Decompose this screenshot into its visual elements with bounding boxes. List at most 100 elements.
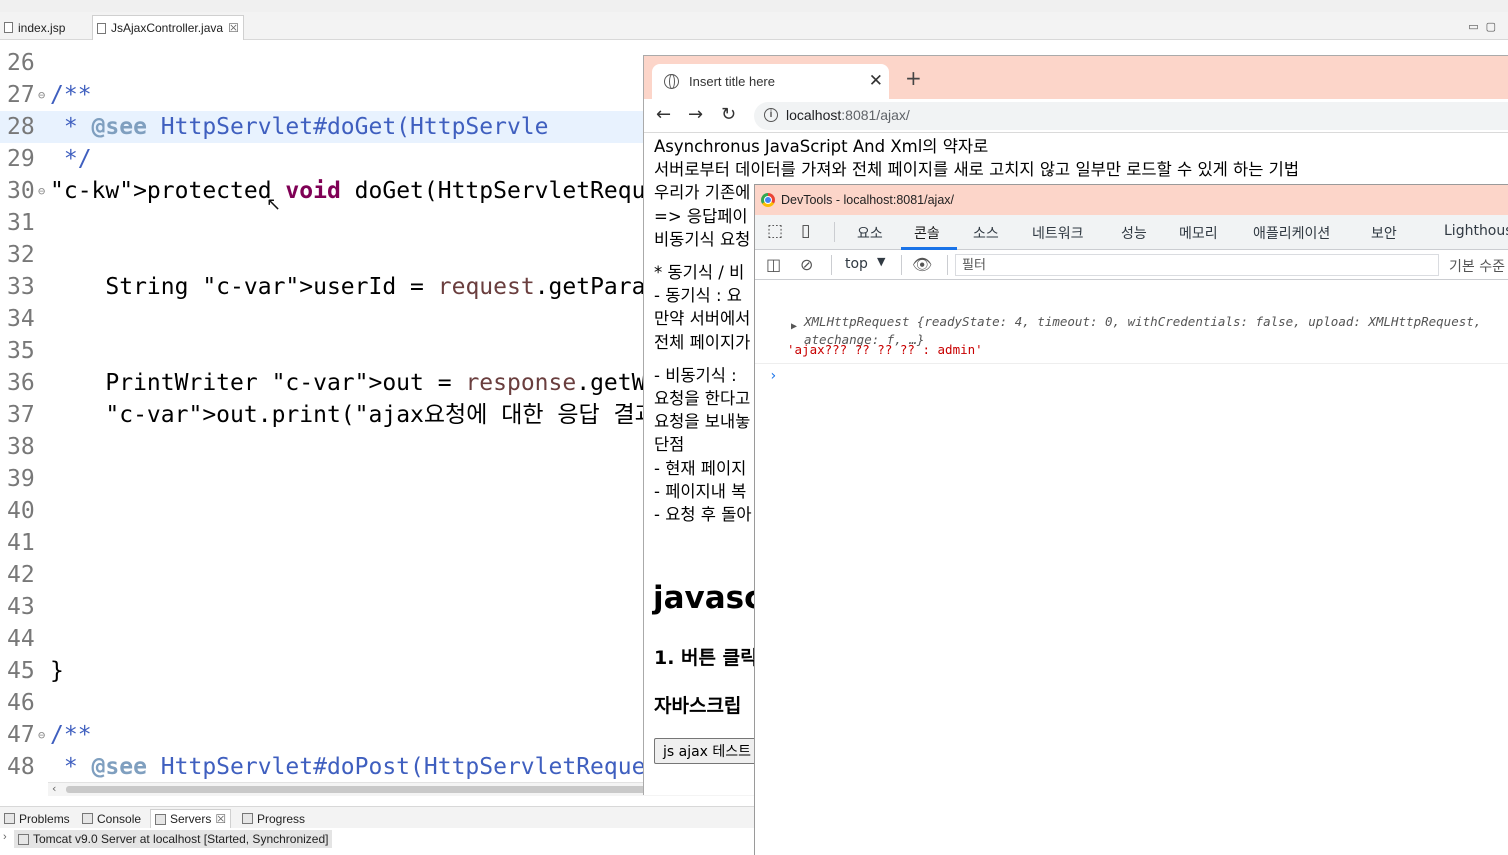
tab-problems[interactable]: Problems: [0, 809, 74, 828]
page-text-line: 만약 서버에서: [654, 309, 751, 329]
minimize-maximize-icons[interactable]: ▭ ▢: [1468, 20, 1496, 33]
tab-label: Problems: [19, 811, 70, 826]
page-text-line: 요청을 한다고: [654, 389, 751, 408]
console-toolbar: ◫ ⊘ top ▼ 👁 기본 수준: [755, 250, 1508, 280]
line-number: 35: [7, 338, 35, 364]
separator: [834, 222, 835, 242]
page-text-line: 비동기식 요청: [654, 229, 751, 249]
java-file-icon: [97, 22, 106, 34]
servers-icon: [155, 813, 166, 825]
console-prompt-icon[interactable]: ›: [769, 368, 777, 384]
devtools-tab-performance[interactable]: 성능: [1121, 223, 1147, 243]
page-text-line: 단점: [654, 435, 685, 455]
back-arrow-icon[interactable]: ←: [656, 104, 671, 125]
device-toolbar-icon[interactable]: ▯: [801, 221, 810, 241]
scroll-left-icon[interactable]: ‹: [52, 782, 56, 795]
devtools-tab-network[interactable]: 네트워크: [1032, 223, 1084, 243]
reload-icon[interactable]: ↻: [721, 104, 736, 125]
editor-tab-bar: index.jsp JsAjaxController.java ☒ ▭ ▢: [0, 12, 1508, 40]
server-status-label: Tomcat v9.0 Server at localhost [Started…: [33, 832, 329, 846]
new-tab-button[interactable]: +: [905, 68, 922, 88]
tab-index-jsp[interactable]: index.jsp: [0, 15, 69, 40]
browser-toolbar: ← → ↻ i localhost:8081/ajax/: [644, 99, 1508, 133]
forward-arrow-icon[interactable]: →: [688, 104, 703, 125]
console-log-string[interactable]: 'ajax??? ?? ?? ?? : admin': [787, 342, 983, 357]
log-levels-dropdown[interactable]: 기본 수준: [1449, 256, 1505, 276]
close-icon[interactable]: ☒: [228, 21, 239, 35]
code-text: PrintWriter "c-var">out = response.getWr: [50, 370, 660, 396]
expand-icon[interactable]: ›: [3, 831, 7, 843]
browser-tab-strip: Insert title here ✕ +: [644, 56, 1508, 99]
code-text: */: [50, 146, 92, 172]
clear-console-icon[interactable]: ⊘: [800, 255, 813, 274]
devtools-tab-application[interactable]: 애플리케이션: [1253, 223, 1330, 243]
page-text-line: - 동기식 : 요: [654, 286, 742, 306]
tab-console[interactable]: Console: [78, 809, 145, 828]
server-row[interactable]: › Tomcat v9.0 Server at localhost [Start…: [0, 828, 755, 850]
devtools-window: DevTools - localhost:8081/ajax/ ⬚ ▯ 요소 콘…: [754, 184, 1508, 855]
devtools-title: DevTools - localhost:8081/ajax/: [781, 193, 955, 207]
section-heading-1: 1. 버튼 클릭: [654, 647, 758, 669]
page-text-line: - 현재 페이지: [654, 458, 747, 478]
page-text-line: 서버로부터 데이터를 가져와 전체 페이지를 새로 고치지 않고 일부만 로드할…: [654, 160, 1300, 180]
devtools-titlebar[interactable]: DevTools - localhost:8081/ajax/: [755, 185, 1508, 215]
page-text-line: Asynchronus JavaScript And Xml의 약자로: [654, 137, 989, 156]
close-tab-icon[interactable]: ✕: [869, 71, 883, 91]
fold-toggle-icon[interactable]: ⊖: [38, 79, 45, 111]
dropdown-caret-icon[interactable]: ▼: [877, 255, 885, 268]
server-entry[interactable]: Tomcat v9.0 Server at localhost [Started…: [14, 830, 333, 848]
console-icon: [82, 813, 93, 824]
line-number: 48: [7, 754, 35, 780]
inspect-element-icon[interactable]: ⬚: [767, 221, 783, 241]
devtools-tab-console[interactable]: 콘솔: [914, 223, 940, 243]
page-text-line: 우리가 기존에: [654, 183, 751, 203]
console-output[interactable]: ▶ XMLHttpRequest {readyState: 4, timeout…: [755, 280, 1508, 855]
info-icon[interactable]: i: [764, 108, 778, 122]
file-icon: [4, 22, 13, 33]
js-ajax-test-button[interactable]: js ajax 테스트: [654, 738, 761, 764]
address-bar[interactable]: i localhost:8081/ajax/: [754, 102, 1508, 130]
line-number: 36: [7, 370, 35, 396]
browser-tab[interactable]: Insert title here ✕: [652, 64, 889, 99]
tab-label: JsAjaxController.java: [111, 21, 224, 35]
fold-toggle-icon[interactable]: ⊖: [38, 175, 45, 207]
tab-jsajaxcontroller-java[interactable]: JsAjaxController.java ☒: [92, 15, 244, 40]
screen: index.jsp JsAjaxController.java ☒ ▭ ▢ 26…: [0, 0, 1508, 855]
line-number: 32: [7, 242, 35, 268]
page-text-line: - 비동기식 :: [654, 365, 737, 385]
xhr-object-preview: XMLHttpRequest {readyState: 4, timeout: …: [804, 314, 1482, 329]
line-number: 45: [7, 658, 35, 684]
sidebar-toggle-icon[interactable]: ◫: [766, 255, 781, 274]
page-text-line: - 요청 후 돌아: [654, 505, 752, 524]
context-selector[interactable]: top: [845, 256, 868, 272]
separator: [947, 255, 948, 275]
line-number: 38: [7, 434, 35, 460]
console-filter-input[interactable]: [955, 254, 1439, 276]
fold-toggle-icon[interactable]: ⊖: [38, 719, 45, 751]
code-text: /**: [50, 82, 92, 108]
devtools-tab-sources[interactable]: 소스: [973, 223, 999, 243]
page-text-line: - 페이지내 복: [654, 481, 747, 501]
tab-label: Progress: [257, 811, 306, 826]
devtools-tab-lighthouse[interactable]: Lighthouse: [1444, 223, 1508, 239]
scrollbar-thumb[interactable]: [66, 786, 706, 793]
expand-triangle-icon[interactable]: ▶: [791, 321, 797, 332]
devtools-tab-memory[interactable]: 메모리: [1179, 223, 1218, 243]
tab-servers[interactable]: Servers ☒: [150, 809, 232, 828]
eye-icon[interactable]: 👁: [912, 255, 932, 274]
tab-label: Servers: [170, 812, 212, 826]
close-icon[interactable]: ☒: [215, 812, 226, 826]
devtools-tab-elements[interactable]: 요소: [857, 223, 883, 243]
page-text-line: * 동기식 / 비: [654, 263, 745, 282]
line-number: 42: [7, 562, 35, 588]
url-text: localhost:8081/ajax/: [786, 107, 910, 123]
devtools-tab-security[interactable]: 보안: [1371, 223, 1397, 243]
page-text-line: => 응답페이: [654, 206, 748, 226]
code-text: "c-kw">protected void doGet(HttpServletR…: [50, 178, 646, 204]
page-text-line: 요청을 보내놓: [654, 412, 751, 432]
line-number: 44: [7, 626, 35, 652]
chrome-icon: [761, 193, 775, 207]
line-number: 34: [7, 306, 35, 332]
tab-progress[interactable]: Progress: [238, 809, 309, 828]
code-text: String "c-var">userId = request.getParam: [50, 274, 660, 300]
